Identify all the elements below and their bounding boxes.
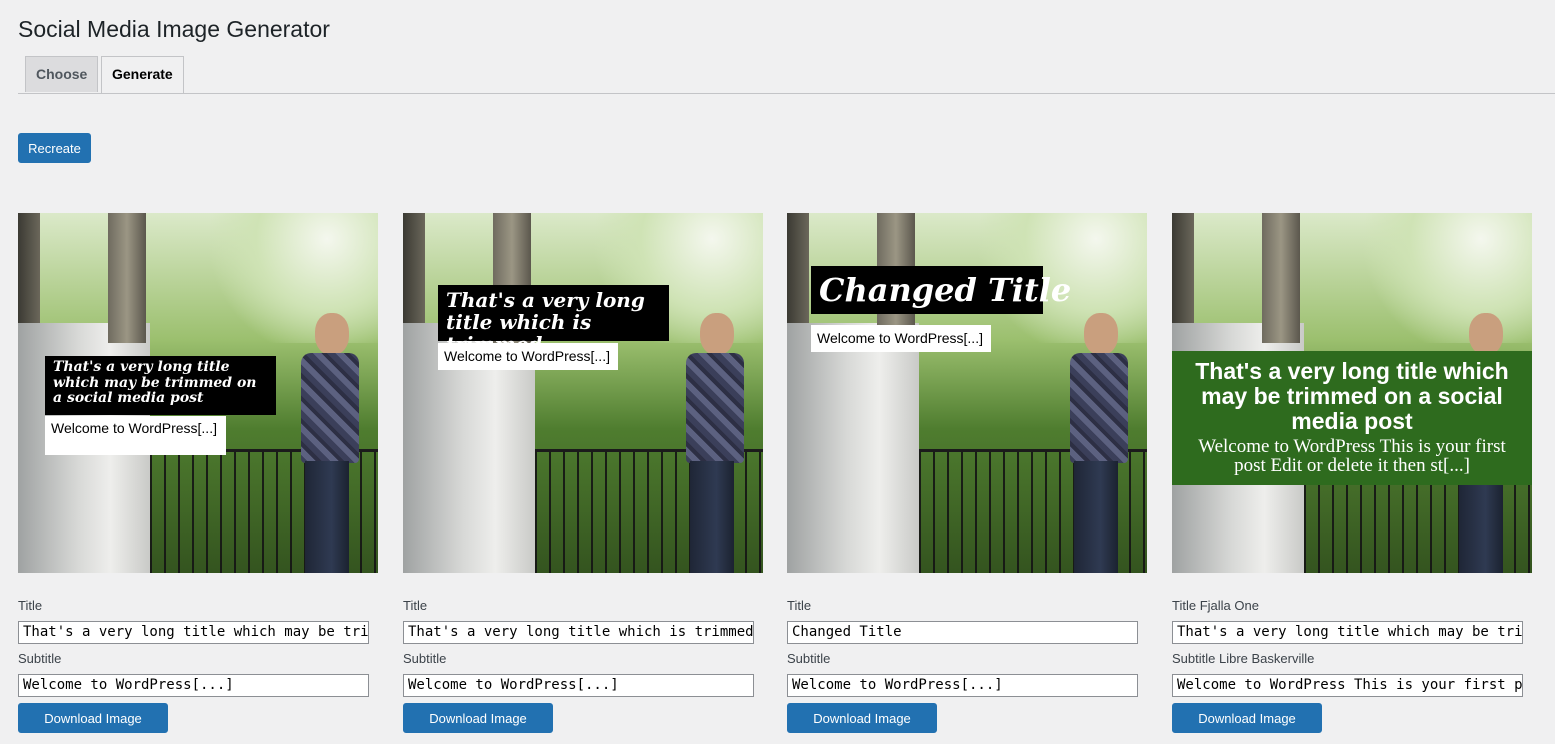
- overlay-subtitle: Welcome to WordPress This is your first …: [1198, 436, 1506, 476]
- image-card-1: That's a very long title which may be tr…: [18, 213, 388, 744]
- overlay-subtitle: Welcome to WordPress[...]: [811, 325, 991, 352]
- subtitle-label: Subtitle: [787, 651, 831, 666]
- download-image-button[interactable]: Download Image: [787, 703, 937, 733]
- page-title: Social Media Image Generator: [18, 16, 330, 42]
- overlay-title: That's a very long title which is trimme…: [438, 285, 669, 355]
- download-image-button[interactable]: Download Image: [18, 703, 168, 733]
- title-label: Title Fjalla One: [1172, 598, 1259, 613]
- subtitle-input[interactable]: Welcome to WordPress This is your first …: [1172, 674, 1523, 697]
- tab-generate[interactable]: Generate: [101, 56, 184, 93]
- image-card-4: That's a very long title which may be tr…: [1172, 213, 1542, 744]
- preview-image: That's a very long title which may be tr…: [1172, 213, 1532, 573]
- subtitle-label: Subtitle: [18, 651, 62, 666]
- image-card-2: That's a very long title which is trimme…: [403, 213, 773, 744]
- subtitle-label: Subtitle: [403, 651, 447, 666]
- overlay-subtitle: Welcome to WordPress[...]: [438, 343, 618, 370]
- preview-image: That's a very long title which is trimme…: [403, 213, 763, 573]
- download-image-button[interactable]: Download Image: [403, 703, 553, 733]
- subtitle-label: Subtitle Libre Baskerville: [1172, 651, 1315, 666]
- title-label: Title: [403, 598, 428, 613]
- overlay-title: That's a very long title which may be tr…: [45, 356, 276, 415]
- subtitle-input[interactable]: Welcome to WordPress[...]: [787, 674, 1138, 697]
- image-card-3: Changed Title Welcome to WordPress[...] …: [787, 213, 1157, 744]
- subtitle-input[interactable]: Welcome to WordPress[...]: [403, 674, 754, 697]
- title-input[interactable]: That's a very long title which may be tr…: [1172, 621, 1523, 644]
- tab-choose[interactable]: Choose: [25, 56, 99, 92]
- download-image-button[interactable]: Download Image: [1172, 703, 1322, 733]
- overlay-subtitle: Welcome to WordPress[...]: [45, 416, 226, 455]
- tab-bar: Choose Generate: [18, 56, 1555, 94]
- recreate-button[interactable]: Recreate: [18, 133, 91, 163]
- subtitle-input[interactable]: Welcome to WordPress[...]: [18, 674, 369, 697]
- overlay-title: That's a very long title which may be tr…: [1195, 358, 1509, 434]
- preview-image: Changed Title Welcome to WordPress[...]: [787, 213, 1147, 573]
- title-label: Title: [787, 598, 812, 613]
- overlay-title: Changed Title: [811, 266, 1071, 314]
- preview-image: That's a very long title which may be tr…: [18, 213, 378, 573]
- title-input[interactable]: That's a very long title which may be tr…: [18, 621, 369, 644]
- title-input[interactable]: Changed Title: [787, 621, 1138, 644]
- title-input[interactable]: That's a very long title which is trimme…: [403, 621, 754, 644]
- title-label: Title: [18, 598, 43, 613]
- overlay-text-block: That's a very long title which may be tr…: [1172, 351, 1532, 485]
